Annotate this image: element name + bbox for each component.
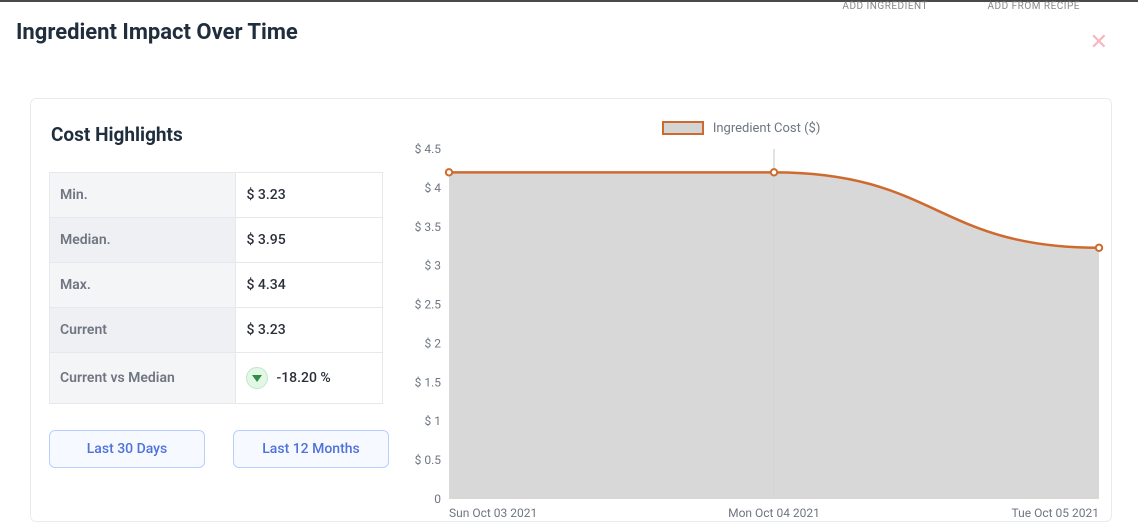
stat-label: Max. bbox=[50, 263, 236, 308]
highlights-table: Min. $ 3.23 Median. $ 3.95 Max. $ 4.34 C… bbox=[49, 172, 383, 404]
background-fragment: ADD INGREDIENT bbox=[842, 1, 928, 12]
svg-text:$ 0.5: $ 0.5 bbox=[415, 453, 442, 467]
close-icon[interactable]: ✕ bbox=[1090, 32, 1108, 54]
stat-label: Current bbox=[50, 308, 236, 353]
table-row: Current vs Median -18.20 % bbox=[50, 353, 383, 404]
highlights-section-title: Cost Highlights bbox=[51, 123, 389, 146]
last-12-months-button[interactable]: Last 12 Months bbox=[233, 430, 389, 468]
legend-series-label: Ingredient Cost ($) bbox=[713, 121, 821, 136]
delta-text: -18.20 % bbox=[276, 370, 330, 386]
table-row: Median. $ 3.95 bbox=[50, 218, 383, 263]
stat-label: Current vs Median bbox=[50, 353, 236, 404]
modal-title: Ingredient Impact Over Time bbox=[16, 20, 298, 45]
svg-text:$ 2.5: $ 2.5 bbox=[415, 298, 442, 312]
content-card: Cost Highlights Min. $ 3.23 Median. $ 3.… bbox=[30, 98, 1112, 522]
stat-value: $ 3.23 bbox=[236, 308, 383, 353]
stat-value: $ 3.23 bbox=[236, 173, 383, 218]
stat-label: Min. bbox=[50, 173, 236, 218]
table-row: Min. $ 3.23 bbox=[50, 173, 383, 218]
chart-legend: Ingredient Cost ($) bbox=[389, 121, 1093, 136]
table-row: Max. $ 4.34 bbox=[50, 263, 383, 308]
trend-down-icon bbox=[246, 367, 268, 389]
svg-text:Mon Oct 04 2021: Mon Oct 04 2021 bbox=[728, 506, 820, 520]
svg-text:$ 4.5: $ 4.5 bbox=[415, 142, 442, 156]
stat-value: $ 4.34 bbox=[236, 263, 383, 308]
stat-value: $ 3.95 bbox=[236, 218, 383, 263]
svg-text:$ 1.5: $ 1.5 bbox=[415, 375, 442, 389]
background-fragment: ADD FROM RECIPE bbox=[988, 1, 1080, 12]
last-30-days-button[interactable]: Last 30 Days bbox=[49, 430, 205, 468]
legend-swatch-icon bbox=[662, 121, 704, 135]
svg-text:Tue Oct 05 2021: Tue Oct 05 2021 bbox=[1012, 506, 1099, 520]
svg-text:$ 3: $ 3 bbox=[425, 259, 441, 273]
svg-text:0: 0 bbox=[434, 492, 441, 506]
stat-value: -18.20 % bbox=[236, 353, 383, 404]
svg-text:$ 1: $ 1 bbox=[425, 414, 441, 428]
svg-text:$ 4: $ 4 bbox=[425, 181, 442, 195]
table-row: Current $ 3.23 bbox=[50, 308, 383, 353]
svg-text:$ 3.5: $ 3.5 bbox=[415, 220, 442, 234]
stat-label: Median. bbox=[50, 218, 236, 263]
svg-text:$ 2: $ 2 bbox=[425, 336, 442, 350]
line-chart: 0 $ 0.5 $ 1 $ 1.5 $ 2 $ 2.5 $ 3 $ 3.5 $ 4 $ 4.5 Su… bbox=[389, 139, 1109, 522]
svg-text:Sun Oct 03 2021: Sun Oct 03 2021 bbox=[449, 506, 537, 520]
